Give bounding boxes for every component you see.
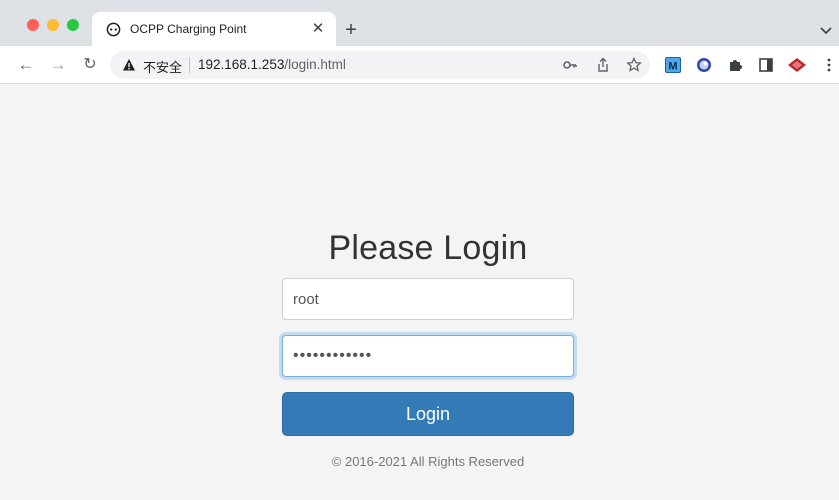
window-minimize-button[interactable] [47, 19, 59, 31]
window-close-button[interactable] [27, 19, 39, 31]
password-input[interactable] [282, 335, 574, 377]
login-button[interactable]: Login [282, 392, 574, 436]
address-bar[interactable]: 不安全 192.168.1.253/login.html [110, 51, 650, 79]
url-text[interactable]: 192.168.1.253/login.html [198, 57, 346, 72]
not-secure-label[interactable]: 不安全 [143, 57, 182, 76]
browser-toolbar: ← → ↻ 不安全 192.168.1.253/login.html M [0, 46, 839, 84]
url-host: 192.168.1.253 [198, 57, 285, 72]
browser-menu-icon[interactable] [825, 57, 833, 73]
reload-button[interactable]: ↻ [80, 55, 100, 75]
forward-button[interactable]: → [48, 55, 68, 75]
share-icon[interactable] [595, 57, 611, 73]
profile-avatar-icon[interactable] [787, 57, 807, 73]
bookmark-star-icon[interactable] [626, 57, 642, 73]
address-separator [189, 57, 190, 73]
tab-strip: OCPP Charging Point ✕ + [0, 0, 839, 46]
back-button[interactable]: ← [16, 55, 36, 75]
page-title: Please Login [328, 229, 528, 267]
svg-text:M: M [668, 61, 677, 73]
new-tab-button[interactable]: + [341, 20, 361, 40]
charging-point-favicon-icon [106, 22, 121, 37]
browser-tab[interactable]: OCPP Charging Point ✕ [92, 12, 336, 46]
username-input[interactable] [282, 278, 574, 320]
side-panel-icon[interactable] [758, 57, 774, 73]
copyright-footer: © 2016-2021 All Rights Reserved [331, 454, 525, 469]
extension-m-icon[interactable]: M [665, 57, 681, 73]
window-maximize-button[interactable] [67, 19, 79, 31]
warning-icon[interactable] [122, 58, 136, 72]
extensions-puzzle-icon[interactable] [727, 57, 743, 73]
extension-orb-icon[interactable] [696, 57, 712, 73]
key-icon[interactable] [562, 57, 578, 73]
tab-search-chevron-icon[interactable] [818, 22, 834, 38]
tab-close-icon[interactable]: ✕ [308, 19, 328, 39]
tab-title: OCPP Charging Point [130, 22, 247, 36]
url-path: /login.html [284, 57, 346, 72]
login-page: Please Login Login © 2016-2021 All Right… [0, 85, 839, 500]
